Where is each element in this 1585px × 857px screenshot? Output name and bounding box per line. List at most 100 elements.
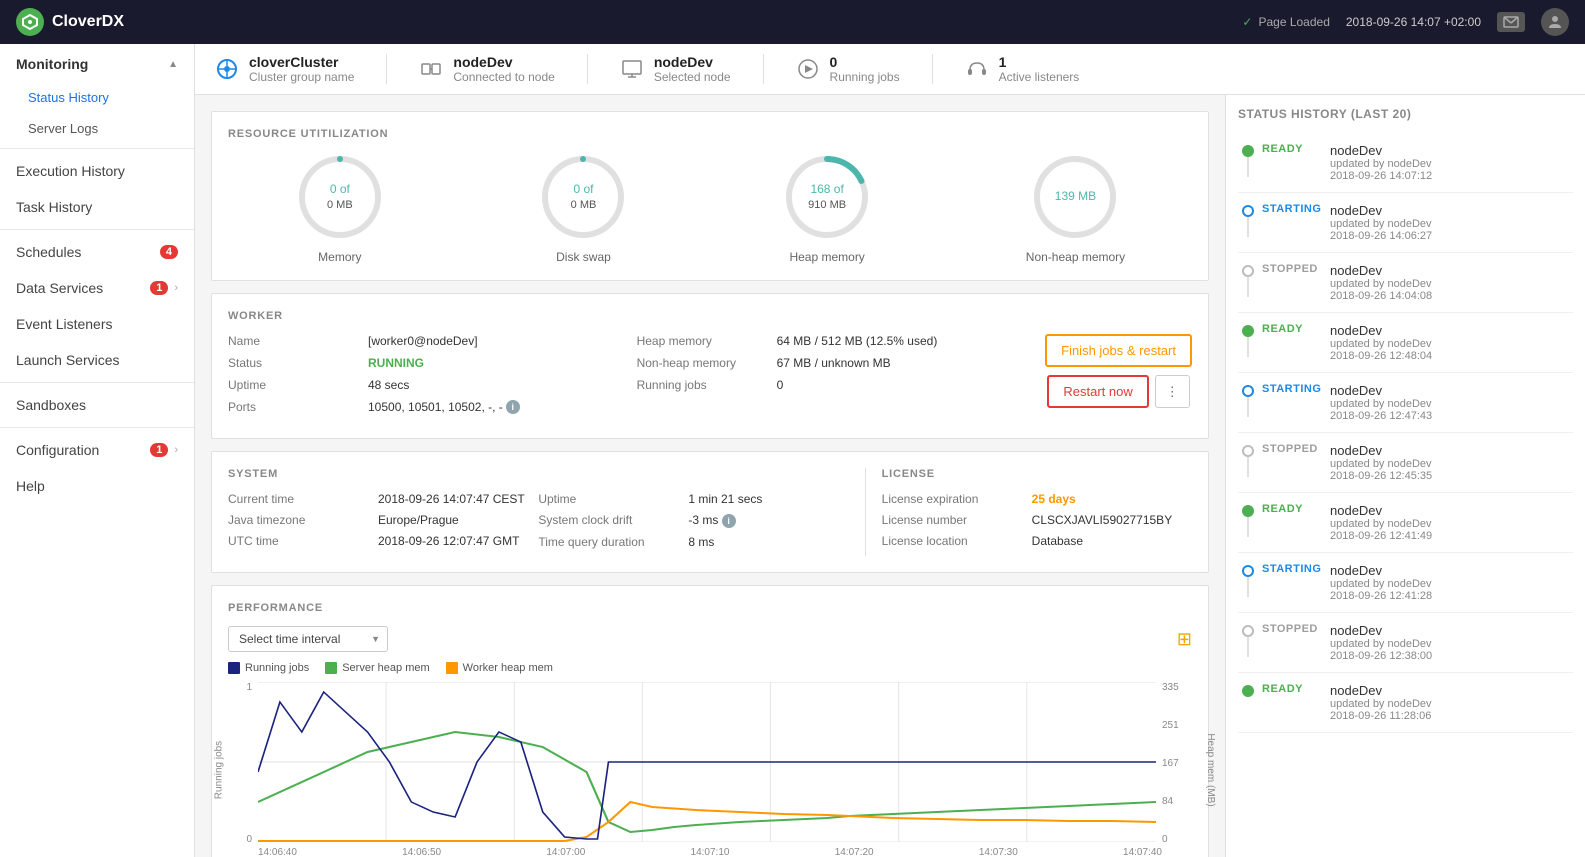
sh-dot — [1242, 445, 1254, 457]
sh-dot — [1242, 205, 1254, 217]
y-axis-left: 1 0 — [228, 682, 258, 845]
content-area: cloverCluster Cluster group name nodeDev… — [195, 44, 1585, 857]
legend-server-heap-dot — [325, 662, 337, 674]
active-listeners-info: 1 Active listeners — [965, 54, 1112, 84]
sidebar-item-sandboxes[interactable]: Sandboxes — [0, 387, 194, 423]
y-axis-right: 335 251 167 84 0 — [1156, 682, 1192, 845]
sh-timeline — [1242, 323, 1254, 357]
legend-worker-heap-dot — [446, 662, 458, 674]
interval-dropdown-wrap[interactable]: Select time interval — [228, 626, 388, 652]
worker-ports-key: Ports — [228, 400, 368, 414]
sh-by: updated by nodeDev — [1330, 218, 1569, 230]
lic-expiration-row: License expiration 25 days — [882, 492, 1192, 506]
sidebar-item-server-logs[interactable]: Server Logs — [0, 113, 194, 144]
interval-select[interactable]: Select time interval — [228, 626, 388, 652]
sidebar-item-configuration[interactable]: Configuration 1 › — [0, 432, 194, 468]
sh-dot — [1242, 625, 1254, 637]
sh-by: updated by nodeDev — [1330, 698, 1569, 710]
running-jobs-subtitle: Running jobs — [830, 70, 900, 84]
sh-status: STARTING — [1262, 383, 1322, 395]
sidebar-item-execution-history[interactable]: Execution History — [0, 153, 194, 189]
sh-node: nodeDev — [1330, 623, 1569, 638]
java-tz-row: Java timezone Europe/Prague — [228, 513, 538, 527]
more-options-button[interactable]: ⋮ — [1155, 375, 1190, 408]
worker-ports-row: Ports 10500, 10501, 10502, -, - i — [228, 400, 637, 414]
monitoring-label: Monitoring — [16, 56, 88, 72]
sys-lic-divider — [865, 468, 866, 556]
diskswap-label: 0 of 0 MB — [571, 182, 597, 212]
system-license-section: SYSTEM Current time 2018-09-26 14:07:47 … — [211, 451, 1209, 573]
sidebar-item-schedules[interactable]: Schedules 4 — [0, 234, 194, 270]
sh-node: nodeDev — [1330, 503, 1569, 518]
user-avatar[interactable] — [1541, 8, 1569, 36]
selected-node-info: nodeDev Selected node — [620, 54, 764, 84]
node1-title: nodeDev — [453, 54, 554, 70]
sh-info: nodeDev updated by nodeDev 2018-09-26 12… — [1330, 383, 1569, 422]
sh-node: nodeDev — [1330, 563, 1569, 578]
sh-node: nodeDev — [1330, 443, 1569, 458]
status-history-item: READY nodeDev updated by nodeDev 2018-09… — [1238, 673, 1573, 733]
sh-timeline — [1242, 683, 1254, 697]
diskswap-gauge: 0 of 0 MB Disk swap — [538, 152, 628, 264]
sh-line — [1247, 397, 1249, 417]
worker-name-val: [worker0@nodeDev] — [368, 334, 478, 348]
chart-settings-icon[interactable]: ⊞ — [1177, 629, 1192, 650]
sh-info: nodeDev updated by nodeDev 2018-09-26 12… — [1330, 323, 1569, 362]
x-label-1: 14:06:50 — [402, 847, 441, 857]
restart-now-button[interactable]: Restart now — [1047, 375, 1148, 408]
config-badge: 1 — [150, 443, 168, 457]
running-jobs-info: 0 Running jobs — [796, 54, 933, 84]
worker-nonheap-row: Non-heap memory 67 MB / unknown MB — [637, 356, 1046, 370]
worker-actions: Finish jobs & restart Restart now ⋮ — [1045, 334, 1192, 408]
cluster-subtitle: Cluster group name — [249, 70, 354, 84]
worker-status-key: Status — [228, 356, 368, 370]
worker-section: WORKER Name [worker0@nodeDev] Status RUN… — [211, 293, 1209, 439]
sandboxes-label: Sandboxes — [16, 397, 86, 413]
worker-uptime-row: Uptime 48 secs — [228, 378, 637, 392]
ports-info-btn[interactable]: i — [506, 400, 520, 414]
cluster-icon — [215, 57, 239, 81]
sh-status: READY — [1262, 323, 1322, 335]
worker-name-key: Name — [228, 334, 368, 348]
sidebar-item-data-services[interactable]: Data Services 1 › — [0, 270, 194, 306]
sh-line — [1247, 517, 1249, 537]
sh-dot — [1242, 325, 1254, 337]
sidebar-item-help[interactable]: Help — [0, 468, 194, 504]
sh-info: nodeDev updated by nodeDev 2018-09-26 12… — [1330, 443, 1569, 482]
sidebar-item-status-history[interactable]: Status History — [0, 82, 194, 113]
license-col: LICENSE License expiration 25 days Licen… — [882, 468, 1192, 556]
sidebar-item-event-listeners[interactable]: Event Listeners — [0, 306, 194, 342]
y-label-right: Heap mem (MB) — [1205, 733, 1216, 806]
heap-gauge: 168 of 910 MB Heap memory — [782, 152, 872, 264]
info-bar: cloverCluster Cluster group name nodeDev… — [195, 44, 1585, 95]
sh-by: updated by nodeDev — [1330, 518, 1569, 530]
performance-title: PERFORMANCE — [228, 602, 1192, 614]
active-listeners-text: 1 Active listeners — [999, 54, 1080, 84]
right-panel: STATUS HISTORY (last 20) READY nodeDev u… — [1225, 95, 1585, 857]
worker-running-key: Running jobs — [637, 378, 777, 392]
clock-drift-val: -3 ms i — [688, 513, 735, 528]
sh-info: nodeDev updated by nodeDev 2018-09-26 11… — [1330, 683, 1569, 722]
worker-name-row: Name [worker0@nodeDev] — [228, 334, 637, 348]
x-label-2: 14:07:00 — [546, 847, 585, 857]
uptime-row: Uptime 1 min 21 secs — [538, 492, 848, 506]
chart-legend: Running jobs Server heap mem Worker heap… — [228, 662, 1192, 674]
notification-icon[interactable] — [1497, 12, 1525, 32]
sidebar-item-task-history[interactable]: Task History — [0, 189, 194, 225]
sh-info: nodeDev updated by nodeDev 2018-09-26 12… — [1330, 503, 1569, 542]
sidebar-item-launch-services[interactable]: Launch Services — [0, 342, 194, 378]
sh-line — [1247, 577, 1249, 597]
status-history-item: READY nodeDev updated by nodeDev 2018-09… — [1238, 493, 1573, 553]
utc-row: UTC time 2018-09-26 12:07:47 GMT — [228, 534, 538, 548]
finish-jobs-restart-button[interactable]: Finish jobs & restart — [1045, 334, 1192, 367]
worker-heap-row: Heap memory 64 MB / 512 MB (12.5% used) — [637, 334, 1046, 348]
clock-drift-info-btn[interactable]: i — [722, 514, 736, 528]
sh-by: updated by nodeDev — [1330, 338, 1569, 350]
monitoring-nav[interactable]: Monitoring ▲ — [0, 44, 194, 82]
app-name: CloverDX — [52, 13, 124, 31]
lic-number-row: License number CLSCXJAVLI59027715BY — [882, 513, 1192, 527]
node2-subtitle: Selected node — [654, 70, 731, 84]
sh-timeline — [1242, 623, 1254, 657]
utc-val: 2018-09-26 12:07:47 GMT — [378, 534, 519, 548]
x-label-6: 14:07:40 — [1123, 847, 1162, 857]
